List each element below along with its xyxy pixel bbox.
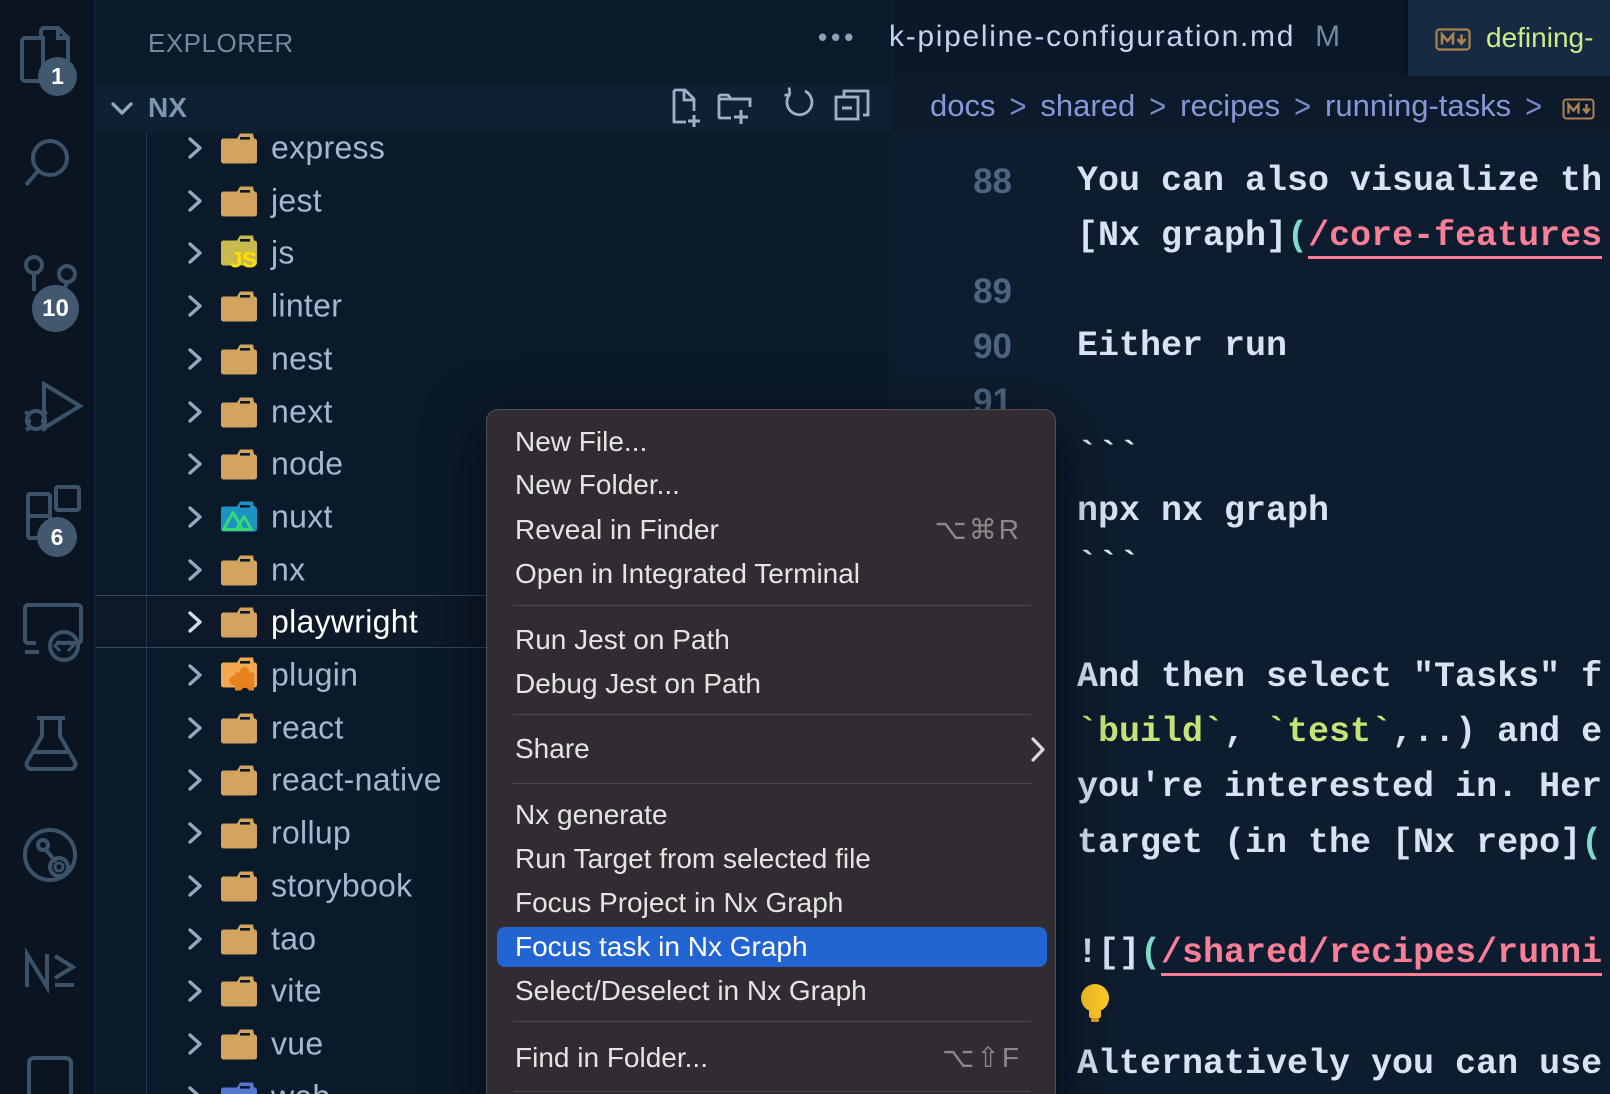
svg-text:JS: JS xyxy=(230,247,257,271)
